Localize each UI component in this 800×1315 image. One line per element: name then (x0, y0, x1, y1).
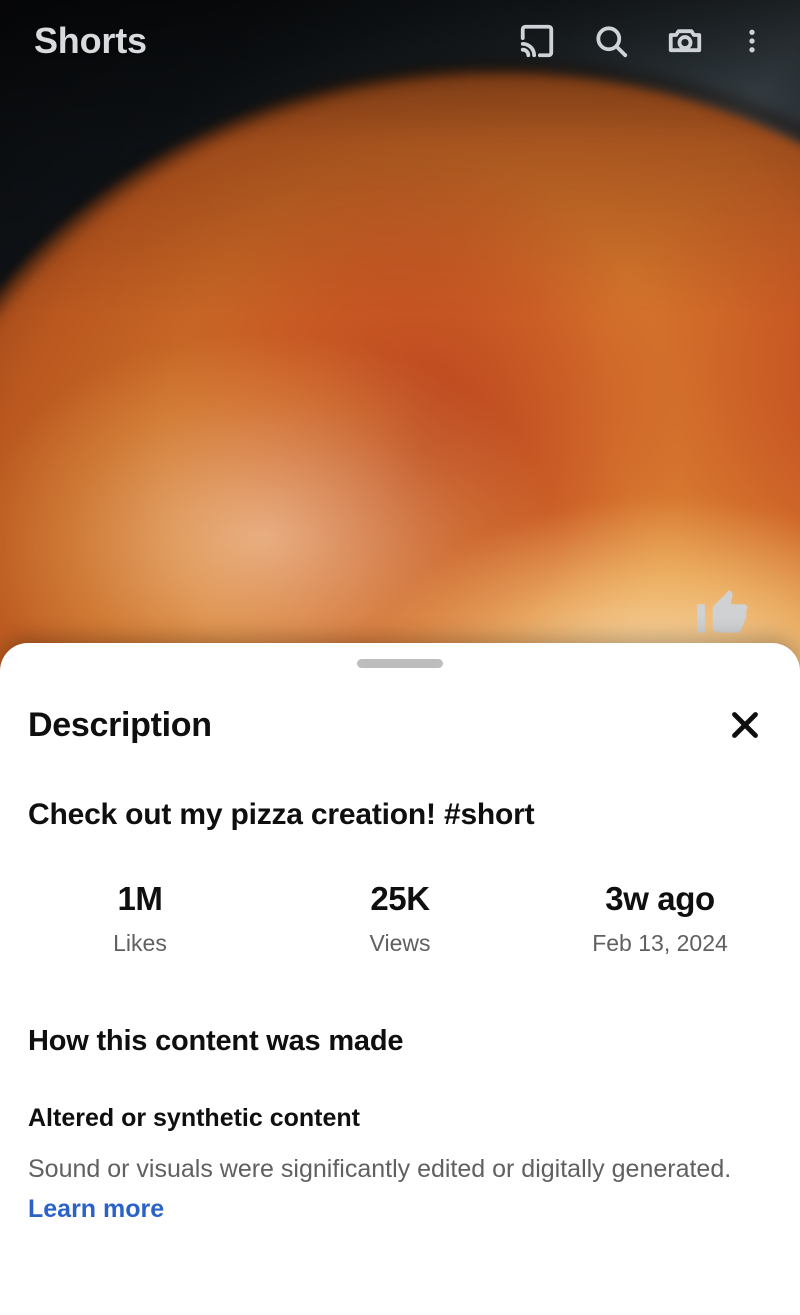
how-content-was-made-section: How this content was made Altered or syn… (0, 1025, 800, 1229)
camera-icon (668, 29, 702, 53)
description-sheet: Description Check out my pizza creation!… (0, 643, 800, 1315)
search-icon (596, 26, 628, 58)
close-button[interactable] (714, 694, 776, 756)
more-options-icon (749, 29, 755, 53)
app-bar-actions (500, 4, 800, 78)
sheet-title: Description (28, 705, 212, 744)
more-options-button[interactable] (722, 4, 782, 78)
search-button[interactable] (574, 4, 648, 78)
stat-views: 25K Views (270, 880, 530, 957)
stat-value: 25K (370, 879, 430, 917)
close-icon (732, 712, 758, 738)
shorts-screen: Shorts Description Check out my pizza cr… (0, 0, 800, 1315)
cast-icon (520, 24, 554, 58)
learn-more-link[interactable]: Learn more (28, 1195, 164, 1223)
video-stats: 1M Likes 25K Views 3w ago Feb 13, 2024 (0, 880, 800, 957)
like-button[interactable] (692, 581, 754, 643)
cast-button[interactable] (500, 4, 574, 78)
app-title: Shorts (34, 20, 147, 61)
stat-label: Views (369, 929, 431, 956)
stat-likes: 1M Likes (10, 880, 270, 957)
stat-published: 3w ago Feb 13, 2024 (530, 880, 790, 957)
sheet-drag-handle[interactable] (357, 659, 443, 668)
stat-value: 1M (117, 879, 163, 917)
app-bar: Shorts (0, 0, 800, 82)
sheet-header: Description (0, 668, 800, 756)
thumbs-up-icon (697, 590, 748, 633)
stat-label: Likes (113, 929, 167, 956)
stat-value: 3w ago (605, 879, 715, 917)
video-description-text: Check out my pizza creation! #short (28, 798, 535, 831)
camera-button[interactable] (648, 4, 722, 78)
disclosure-body-text: Sound or visuals were significantly edit… (28, 1154, 732, 1183)
stat-label: Feb 13, 2024 (592, 929, 728, 956)
disclosure-body: Sound or visuals were significantly edit… (28, 1149, 772, 1229)
disclosure-title: Altered or synthetic content (28, 1103, 360, 1132)
section-heading: How this content was made (28, 1024, 404, 1057)
